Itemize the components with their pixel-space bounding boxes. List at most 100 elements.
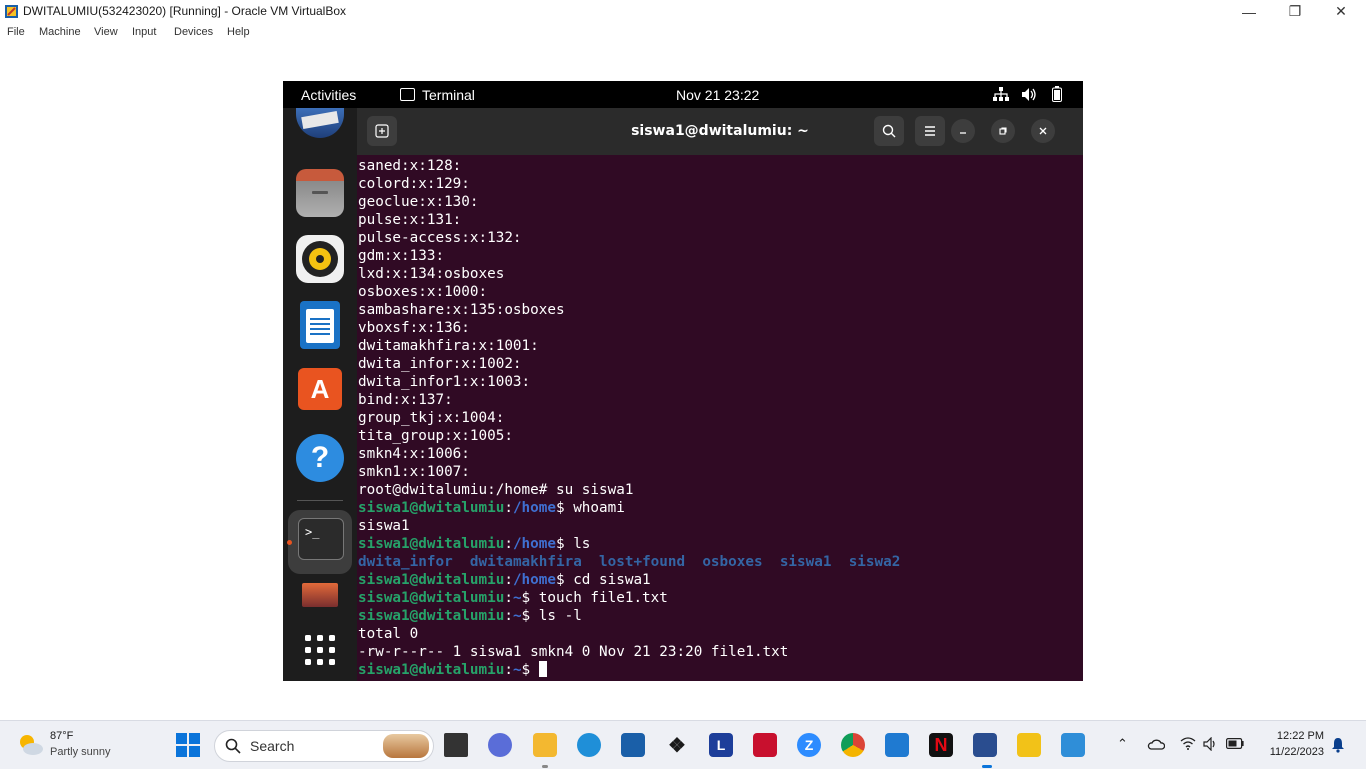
gnome-top-bar: Activities Terminal Nov 21 23:22 [283,81,1083,108]
file-explorer-icon[interactable] [533,733,557,757]
window-title: DWITALUMIU(532423020) [Running] - Oracle… [23,4,347,18]
clock[interactable]: Nov 21 23:22 [676,87,759,103]
menu-input[interactable]: Input [132,26,156,38]
menu-devices[interactable]: Devices [174,26,213,38]
rhythmbox-icon[interactable] [296,235,344,283]
command-text: $ whoami [555,500,625,516]
search-button[interactable] [874,116,904,146]
vscode-icon[interactable] [885,733,909,757]
prompt-separator: : [504,572,513,588]
terminal-output-line: tita_group:x:1005: [358,428,513,444]
windows-start-icon[interactable] [176,733,200,757]
system-date[interactable]: 11/22/2023 [1256,746,1324,758]
app-icon[interactable] [1061,733,1085,757]
search-highlight-image [383,734,429,758]
directory-entry: dwitamakhfira [469,554,582,570]
ubuntu-software-icon[interactable]: A [298,368,342,410]
search-icon [882,124,896,138]
terminal-icon[interactable]: >_ [298,518,344,560]
activities-button[interactable]: Activities [301,87,356,103]
wifi-icon[interactable] [1180,737,1196,750]
notification-bell-icon[interactable] [1331,737,1345,753]
taskbar-search[interactable]: Search [214,730,434,762]
show-hidden-icons-icon[interactable]: ⌃ [1117,736,1128,752]
terminal-output: saned:x:128: colord:x:129: geoclue:x:130: p… [358,157,900,679]
menu-help[interactable]: Help [227,26,250,38]
vbox-titlebar: DWITALUMIU(532423020) [Running] - Oracle… [0,0,1366,23]
weather-icon[interactable] [16,732,44,758]
prompt-user: siswa1@dwitalumiu [358,608,505,624]
terminal-prompt-line: siswa1@dwitalumiu:~$ touch file1.txt [358,589,900,607]
lenovo-icon[interactable]: L [709,733,733,757]
directory-entry: siswa2 [848,554,901,570]
menu-view[interactable]: View [94,26,118,38]
prompt-user: siswa1@dwitalumiu [358,572,505,588]
screenshot-app-icon[interactable] [302,583,338,607]
zoom-icon[interactable]: Z [797,733,821,757]
directory-entry: lost+found [599,554,686,570]
prompt-path: ~ [512,608,522,624]
thunderbird-icon[interactable] [296,108,344,138]
show-applications-icon[interactable] [296,626,344,674]
terminal-output-line: total 0 [358,626,419,642]
microsoft-store-icon[interactable] [621,733,645,757]
terminal-minimize-button[interactable] [951,119,975,143]
command-text: $ ls -l [521,608,582,624]
speaker-icon[interactable] [1203,737,1219,751]
chrome-icon[interactable] [841,733,865,757]
terminal-close-button[interactable] [1031,119,1055,143]
mcafee-icon[interactable] [753,733,777,757]
terminal-prompt-line: siswa1@dwitalumiu:/home$ cd siswa1 [358,571,900,589]
vbox-menubar: File Machine View Input Devices Help [0,23,1366,42]
search-label: Search [250,738,295,754]
netflix-icon[interactable]: N [929,733,953,757]
battery-icon[interactable] [1052,86,1062,102]
terminal-app-icon [400,88,415,101]
network-icon[interactable] [993,87,1009,102]
prompt-user: siswa1@dwitalumiu [358,500,505,516]
terminal-output-line: pulse-access:x:132: [358,230,522,246]
close-button[interactable]: ✕ [1318,0,1364,23]
ls-output-line: dwita_infor dwitamakhfira lost+found osb… [358,553,900,571]
menu-button[interactable] [915,116,945,146]
terminal-output-line: smkn4:x:1006: [358,446,470,462]
menu-file[interactable]: File [7,26,25,38]
virtualbox-vm-icon[interactable] [1017,733,1041,757]
edge-icon[interactable] [577,733,601,757]
terminal-prompt-line: siswa1@dwitalumiu:~$ ls -l [358,607,900,625]
battery-icon[interactable] [1226,738,1244,749]
terminal-output-line: colord:x:129: [358,176,470,192]
dock-separator [297,500,343,501]
close-icon [1039,127,1047,135]
search-icon [225,738,241,754]
weather-temperature[interactable]: 87°F [50,730,73,742]
minimize-button[interactable]: — [1226,0,1272,23]
prompt-separator: : [504,662,513,678]
files-icon[interactable] [296,169,344,217]
terminal-output-line: lxd:x:134:osboxes [358,266,505,282]
prompt-user: siswa1@dwitalumiu [358,590,505,606]
guest-screen[interactable]: Activities Terminal Nov 21 23:22 A ? >_ … [283,81,1083,681]
weather-description[interactable]: Partly sunny [50,746,111,758]
chat-icon[interactable] [488,733,512,757]
terminal-maximize-button[interactable] [991,119,1015,143]
prompt-path: ~ [512,590,522,606]
task-view-icon[interactable] [444,733,468,757]
prompt-path: ~ [512,662,522,678]
onedrive-icon[interactable] [1147,738,1165,750]
menu-machine[interactable]: Machine [39,26,81,38]
terminal-output-line: osboxes:x:1000: [358,284,488,300]
system-time[interactable]: 12:22 PM [1256,730,1324,742]
terminal-content[interactable]: saned:x:128: colord:x:129: geoclue:x:130: p… [357,155,1083,681]
virtualbox-taskbar-icon[interactable] [973,733,997,757]
restore-button[interactable]: ❐ [1272,0,1318,23]
restore-icon [999,127,1007,135]
terminal-output-line: saned:x:128: [358,158,462,174]
virtualbox-logo-icon [5,5,18,18]
app-menu-label[interactable]: Terminal [422,87,475,103]
dropbox-icon[interactable]: ❖ [665,733,689,757]
libreoffice-writer-icon[interactable] [300,301,340,349]
volume-icon[interactable] [1021,87,1037,102]
prompt-path: /home [512,536,556,552]
help-icon[interactable]: ? [296,434,344,482]
